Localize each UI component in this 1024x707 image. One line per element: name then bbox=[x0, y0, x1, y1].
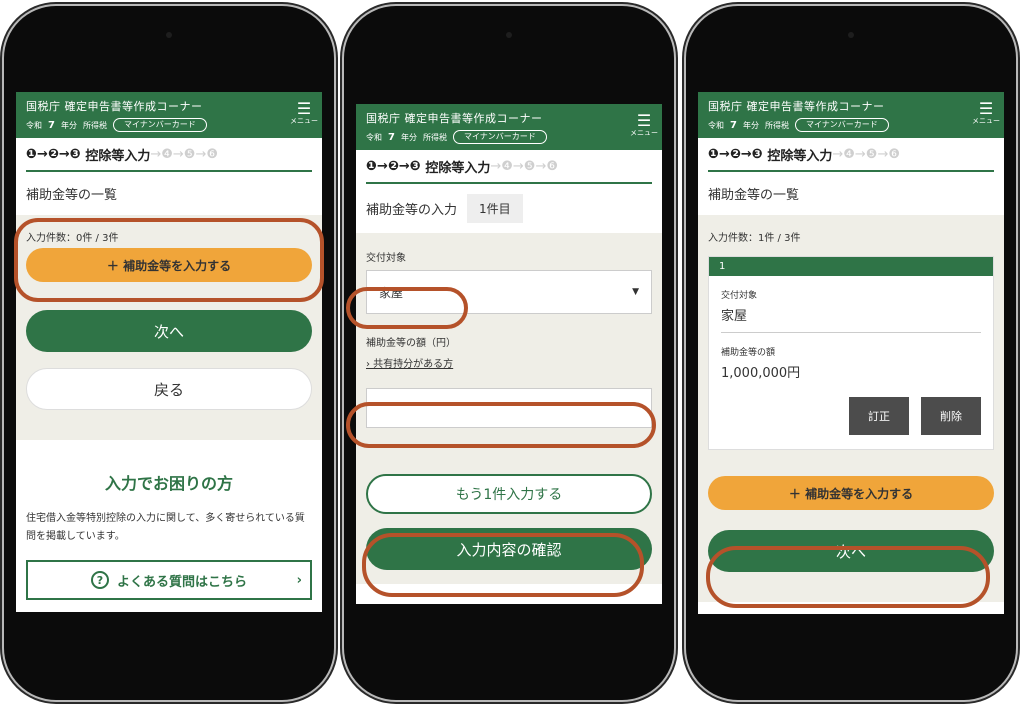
amount-label: 補助金等の額 bbox=[721, 348, 776, 358]
page-title: 補助金等の一覧 bbox=[26, 188, 118, 203]
card-number: 1 bbox=[709, 257, 993, 276]
hamburger-icon: ☰ bbox=[978, 99, 994, 118]
amount-input[interactable] bbox=[366, 388, 652, 428]
next-button[interactable]: 次へ bbox=[26, 310, 312, 352]
question-icon: ? bbox=[90, 571, 109, 589]
app-title: 国税庁 確定申告書等作成コーナー bbox=[366, 112, 543, 125]
input-count: 入力件数：0件 / 3件 bbox=[26, 233, 119, 244]
input-form: 交付対象 家屋 ▼ 補助金等の額（円） › 共有持分がある方 もう1件入力する … bbox=[356, 233, 662, 584]
delete-button[interactable]: 削除 bbox=[921, 397, 981, 435]
page-title: 補助金等の入力 bbox=[366, 203, 458, 218]
chevron-right-icon: › bbox=[296, 572, 302, 588]
app-header: 国税庁 確定申告書等作成コーナー 令和 7 年分 所得税 マイナンバーカード ☰ メ… bbox=[698, 92, 1004, 138]
mynumber-badge: マイナンバーカード bbox=[452, 130, 547, 144]
help-text: 住宅借入金等特別控除の入力に関して、多く寄せられている質問を掲載しています。 bbox=[26, 513, 305, 542]
camera-dot bbox=[506, 32, 512, 38]
amount-label: 補助金等の額（円） bbox=[366, 338, 456, 349]
dropdown-arrow-icon: ▼ bbox=[632, 287, 639, 297]
mynumber-badge: マイナンバーカード bbox=[794, 118, 889, 132]
phone-frame-2: 国税庁 確定申告書等作成コーナー 令和 7 年分 所得税 マイナンバーカード ☰ メ… bbox=[344, 6, 674, 700]
card-actions: 訂正 削除 bbox=[709, 389, 993, 449]
add-subsidy-button[interactable]: ＋ 補助金等を入力する bbox=[708, 476, 994, 510]
app-header: 国税庁 確定申告書等作成コーナー 令和 7 年分 所得税 マイナンバーカード ☰ メ… bbox=[356, 104, 662, 150]
target-label: 交付対象 bbox=[721, 291, 758, 301]
screen-subsidy-list-empty: 国税庁 確定申告書等作成コーナー 令和 7 年分 所得税 マイナンバーカード ☰ メ… bbox=[16, 92, 322, 612]
input-count: 入力件数：1件 / 3件 bbox=[708, 233, 801, 244]
app-title: 国税庁 確定申告書等作成コーナー bbox=[26, 100, 203, 113]
help-title: 入力でお困りの方 bbox=[104, 474, 233, 493]
add-another-button[interactable]: もう1件入力する bbox=[366, 474, 652, 514]
amount-value: 1,000,000円 bbox=[721, 366, 801, 381]
year-info: 令和 7 年分 所得税 マイナンバーカード bbox=[26, 118, 312, 132]
list-section: 入力件数：1件 / 3件 1 交付対象 家屋 補助金等の額 1,000,000円… bbox=[698, 215, 1004, 602]
back-button[interactable]: 戻る bbox=[26, 368, 312, 410]
step-indicator: ❶→❷→❸ 控除等入力 →❹→❺→❻ bbox=[708, 138, 994, 172]
hamburger-icon: ☰ bbox=[636, 111, 652, 130]
confirm-button[interactable]: 入力内容の確認 bbox=[366, 528, 652, 570]
target-select[interactable]: 家屋 ▼ bbox=[366, 270, 652, 314]
screen-subsidy-list-filled: 国税庁 確定申告書等作成コーナー 令和 7 年分 所得税 マイナンバーカード ☰ メ… bbox=[698, 92, 1004, 614]
phone-frame-3: 国税庁 確定申告書等作成コーナー 令和 7 年分 所得税 マイナンバーカード ☰ メ… bbox=[686, 6, 1016, 700]
phone-frame-1: 国税庁 確定申告書等作成コーナー 令和 7 年分 所得税 マイナンバーカード ☰ メ… bbox=[4, 6, 334, 700]
faq-button[interactable]: ? よくある質問はこちら › bbox=[26, 560, 312, 600]
add-subsidy-button[interactable]: ＋ 補助金等を入力する bbox=[26, 248, 312, 282]
page-title-row: 補助金等の入力 1件目 bbox=[356, 184, 662, 233]
camera-dot bbox=[848, 32, 854, 38]
app-title: 国税庁 確定申告書等作成コーナー bbox=[708, 100, 885, 113]
menu-button[interactable]: ☰ メニュー bbox=[972, 99, 1000, 126]
list-section: 入力件数：0件 / 3件 ＋ 補助金等を入力する 次へ 戻る bbox=[16, 215, 322, 440]
step-indicator: ❶→❷→❸ 控除等入力 →❹→❺→❻ bbox=[26, 138, 312, 172]
step-indicator: ❶→❷→❸ 控除等入力 →❹→❺→❻ bbox=[366, 150, 652, 184]
app-header: 国税庁 確定申告書等作成コーナー 令和 7 年分 所得税 マイナンバーカード ☰ メ… bbox=[16, 92, 322, 138]
menu-button[interactable]: ☰ メニュー bbox=[290, 99, 318, 126]
target-label: 交付対象 bbox=[366, 253, 406, 264]
target-value: 家屋 bbox=[721, 309, 748, 324]
year-info: 令和 7 年分 所得税 マイナンバーカード bbox=[366, 130, 652, 144]
page-title: 補助金等の一覧 bbox=[708, 188, 800, 203]
year-info: 令和 7 年分 所得税 マイナンバーカード bbox=[708, 118, 994, 132]
item-count-badge: 1件目 bbox=[467, 194, 523, 223]
next-button[interactable]: 次へ bbox=[708, 530, 994, 572]
shared-ownership-link[interactable]: › 共有持分がある方 bbox=[356, 349, 662, 370]
edit-button[interactable]: 訂正 bbox=[849, 397, 909, 435]
camera-dot bbox=[166, 32, 172, 38]
subsidy-card: 1 交付対象 家屋 補助金等の額 1,000,000円 訂正 削除 bbox=[708, 256, 994, 450]
hamburger-icon: ☰ bbox=[296, 99, 312, 118]
menu-button[interactable]: ☰ メニュー bbox=[630, 111, 658, 138]
mynumber-badge: マイナンバーカード bbox=[112, 118, 207, 132]
screen-subsidy-input: 国税庁 確定申告書等作成コーナー 令和 7 年分 所得税 マイナンバーカード ☰ メ… bbox=[356, 104, 662, 604]
